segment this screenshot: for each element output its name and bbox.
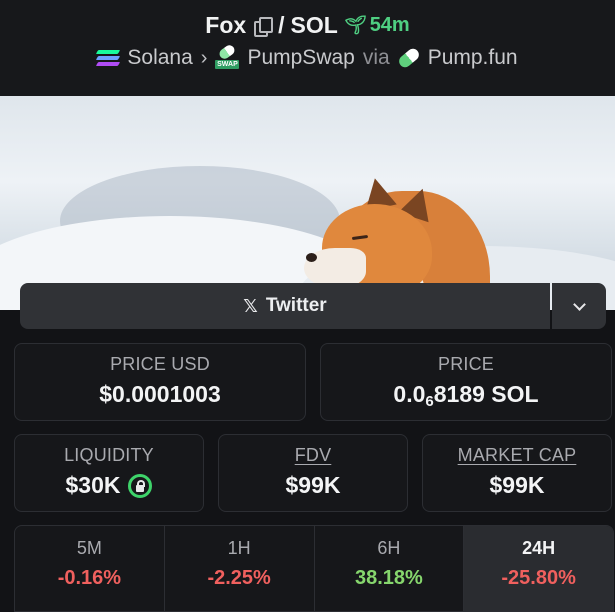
liquidity-card: LIQUIDITY $30K xyxy=(14,434,204,512)
x-logo-icon: 𝕏 xyxy=(243,295,258,316)
tab-5m[interactable]: 5M -0.16% xyxy=(15,526,165,611)
token-banner-image xyxy=(0,96,615,310)
dex-link[interactable]: PumpSwap xyxy=(247,46,354,70)
tab-1h-change: -2.25% xyxy=(207,567,271,589)
pumpfun-pill-icon xyxy=(396,46,421,70)
market-cap-card: MARKET CAP $99K xyxy=(422,434,612,512)
fdv-value: $99K xyxy=(285,472,341,498)
lock-icon[interactable] xyxy=(128,473,153,498)
age-value: 54m xyxy=(369,14,410,36)
price-native-label: PRICE xyxy=(437,354,494,374)
tab-24h-label: 24H xyxy=(522,538,556,558)
pair-header: Fox / SOL 🌱︎ 54m Solana › SWAP PumpSwap … xyxy=(0,0,615,96)
market-cap-label[interactable]: MARKET CAP xyxy=(423,445,611,466)
pair-separator: / xyxy=(278,12,285,38)
copy-icon[interactable] xyxy=(254,17,274,37)
price-usd-card: PRICE USD $0.0001003 xyxy=(14,343,306,421)
liquidity-label: LIQUIDITY xyxy=(64,445,154,465)
fdv-label[interactable]: FDV xyxy=(219,445,407,466)
tab-6h-change: 38.18% xyxy=(354,567,423,589)
tab-24h[interactable]: 24H -25.80% xyxy=(464,526,613,611)
fdv-card: FDV $99K xyxy=(218,434,408,512)
price-usd-value: $0.0001003 xyxy=(99,381,221,407)
price-usd-label: PRICE USD xyxy=(110,354,210,374)
tab-5m-label: 5M xyxy=(76,538,102,558)
pair-title: Fox / SOL 🌱︎ 54m xyxy=(0,12,615,39)
pair-age: 🌱︎ 54m xyxy=(344,14,410,37)
pumpswap-badge: SWAP xyxy=(215,60,240,69)
via-label: via xyxy=(362,46,390,69)
sprout-icon: 🌱︎ xyxy=(343,15,367,35)
solana-icon xyxy=(96,50,121,66)
chevron-down-icon xyxy=(572,297,586,311)
tab-5m-change: -0.16% xyxy=(57,567,122,589)
pair-route: Solana › SWAP PumpSwap via Pump.fun xyxy=(0,43,615,70)
liquidity-value-row: $30K xyxy=(15,472,203,499)
pumpswap-icon: SWAP xyxy=(215,43,240,69)
tab-6h-label: 6H xyxy=(377,538,401,558)
tab-1h[interactable]: 1H -2.25% xyxy=(165,526,315,611)
price-native-value: 0.0 6 8189 SOL xyxy=(393,381,539,410)
socials-dropdown-button[interactable] xyxy=(552,283,606,329)
timeframe-tabs: 5M -0.16% 1H -2.25% 6H 38.18% 24H -25.80… xyxy=(14,525,614,612)
tab-24h-change: -25.80% xyxy=(501,567,576,589)
tab-1h-label: 1H xyxy=(227,538,251,558)
chevron-right-icon: › xyxy=(200,46,208,69)
price-native-card: PRICE 0.0 6 8189 SOL xyxy=(320,343,612,421)
market-cap-value: $99K xyxy=(489,472,545,498)
launchpad-link[interactable]: Pump.fun xyxy=(428,46,518,70)
chain-link[interactable]: Solana xyxy=(127,46,192,70)
quote-token: SOL xyxy=(290,12,338,38)
twitter-label: Twitter xyxy=(265,295,327,316)
liquidity-value: $30K xyxy=(65,472,121,498)
token-name: Fox xyxy=(205,12,247,38)
tab-6h[interactable]: 6H 38.18% xyxy=(315,526,465,611)
twitter-button[interactable]: 𝕏 Twitter xyxy=(20,283,550,329)
